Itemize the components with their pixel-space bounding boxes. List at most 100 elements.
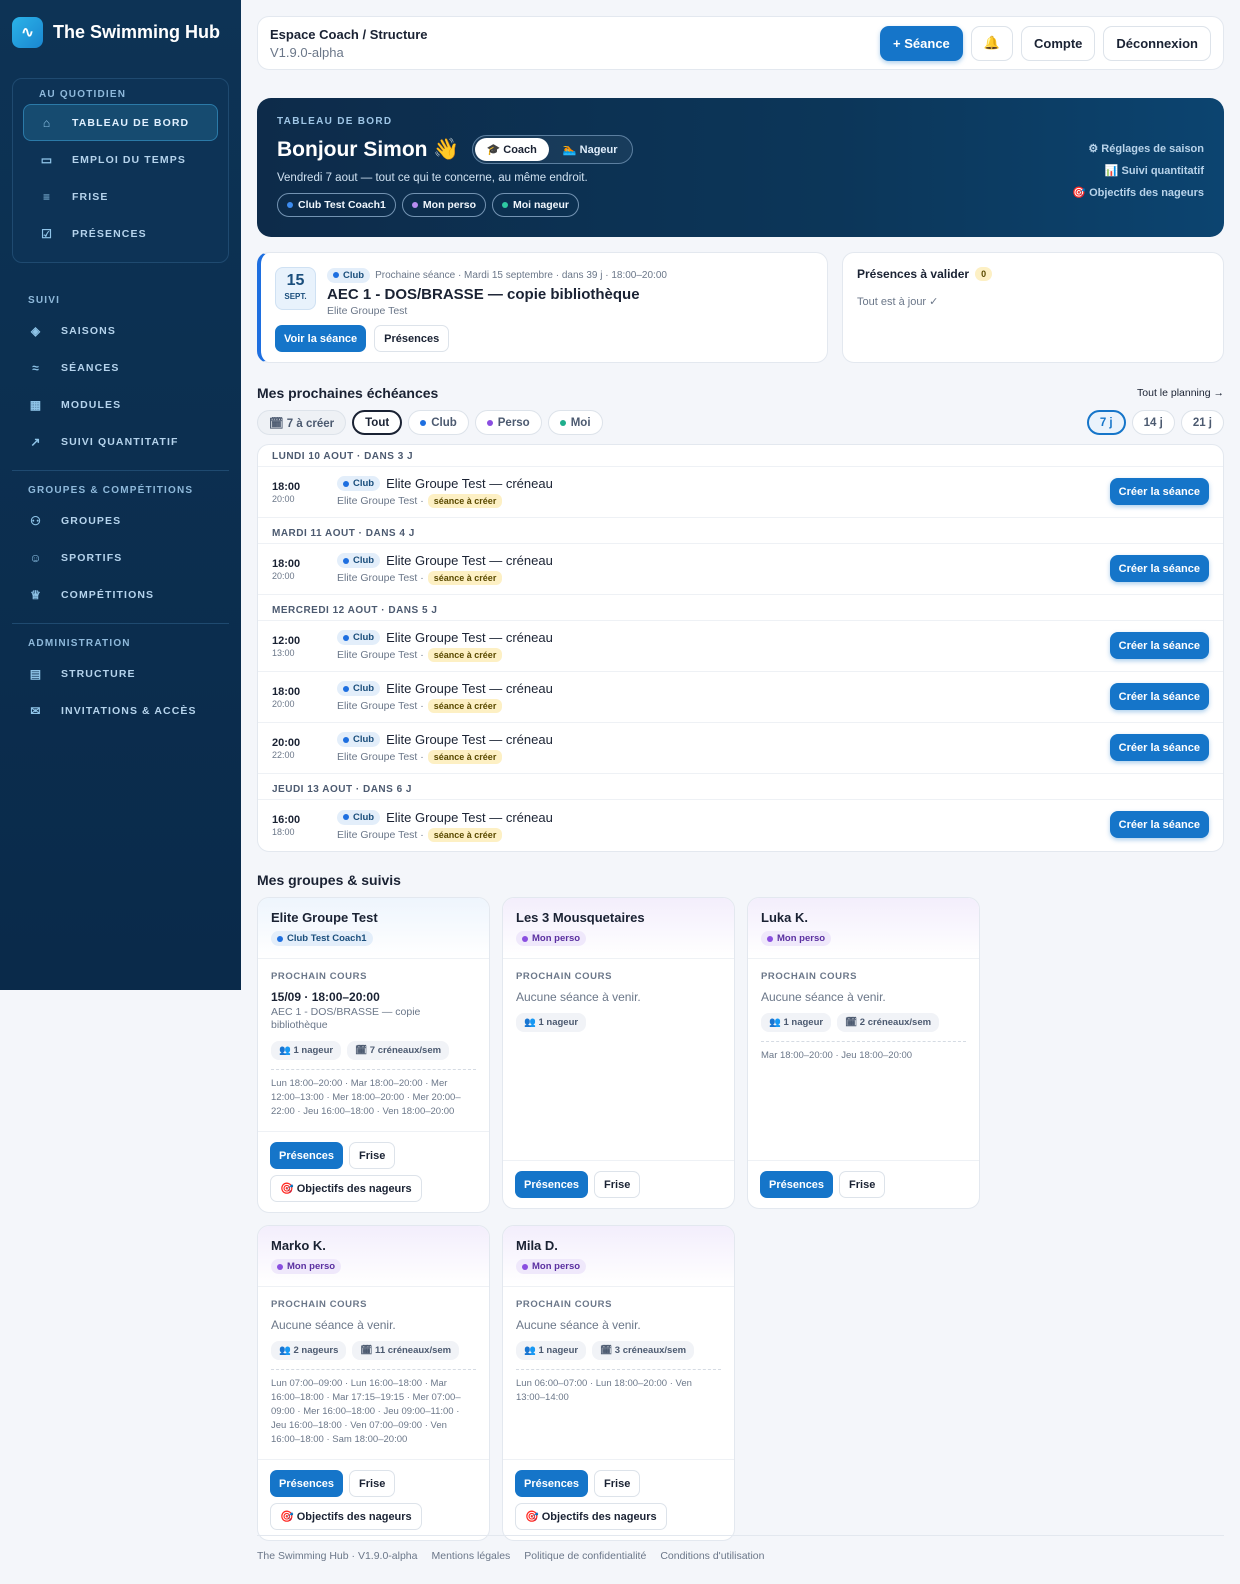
chip-label: Perso <box>497 416 530 429</box>
account-button[interactable]: Compte <box>1020 25 1096 61</box>
swimmer-goals-button[interactable]: 🎯 Objectifs des nageurs <box>270 1503 422 1530</box>
main: Espace Coach / Structure V1.9.0-alpha + … <box>257 16 1224 1541</box>
group-stats: 👥 2 nageurs 🗓 11 créneaux/sem <box>271 1341 476 1360</box>
group-card-actions: Présences Frise <box>503 1160 734 1208</box>
toggle-swimmer[interactable]: 🏊 Nageur <box>551 138 630 161</box>
presences-button[interactable]: Présences <box>515 1470 589 1497</box>
filter-moi[interactable]: Moi <box>547 410 603 435</box>
frise-button[interactable]: Frise <box>349 1470 396 1497</box>
club-badge: Club <box>337 476 381 491</box>
range-7[interactable]: 7 j <box>1086 410 1126 435</box>
new-session-button[interactable]: + Séance <box>880 25 963 61</box>
quantitative-link[interactable]: 📊 Suivi quantitatif <box>1072 160 1204 182</box>
terms-link[interactable]: Conditions d'utilisation <box>660 1550 764 1562</box>
swimmer-goals-button[interactable]: 🎯 Objectifs des nageurs <box>270 1175 422 1202</box>
nav-item-modules[interactable]: ▦ MODULES <box>0 386 241 423</box>
swimmer-goals-button[interactable]: 🎯 Objectifs des nageurs <box>515 1503 667 1530</box>
group-card-actions: Présences Frise <box>748 1160 979 1208</box>
slot-time: 20:00 22:00 <box>272 737 337 760</box>
weekly-schedule: Lun 06:00–07:00 · Lun 18:00–20:00 · Ven … <box>516 1369 721 1405</box>
slot-start: 18:00 <box>272 685 301 698</box>
filter-to-create[interactable]: 🗓 7 à créer <box>257 410 347 435</box>
create-session-button[interactable]: Créer la séance <box>1109 683 1209 710</box>
to-create-badge: séance à créer <box>427 827 503 842</box>
filter-club[interactable]: Club <box>408 410 469 435</box>
no-session: Aucune séance à venir. <box>761 990 886 1004</box>
frise-button[interactable]: Frise <box>839 1171 886 1198</box>
create-session-button[interactable]: Créer la séance <box>1109 478 1209 505</box>
topbar-left: Espace Coach / Structure V1.9.0-alpha <box>270 27 428 60</box>
nav-item-competitions[interactable]: ♕ COMPÉTITIONS <box>0 576 241 613</box>
weekly-schedule: Lun 18:00–20:00 · Mar 18:00–20:00 · Mer … <box>271 1069 476 1119</box>
presences-button[interactable]: Présences <box>760 1171 834 1198</box>
nav-item-groups[interactable]: ⚇ GROUPES <box>0 502 241 539</box>
frise-button[interactable]: Frise <box>349 1142 396 1169</box>
chip-moi[interactable]: Moi nageur <box>492 193 580 217</box>
group-card-actions: Présences Frise 🎯 Objectifs des nageurs <box>258 1131 489 1212</box>
group-stats: 👥 1 nageur 🗓 7 créneaux/sem <box>271 1041 476 1060</box>
home-icon: ⌂ <box>42 115 52 130</box>
slot-title: Elite Groupe Test — créneau <box>386 553 553 568</box>
logout-button[interactable]: Déconnexion <box>1103 25 1211 61</box>
full-planning-link[interactable]: Tout le planning → <box>1137 387 1224 399</box>
next-course-title: AEC 1 - DOS/BRASSE — copie bibliothèque <box>271 1006 421 1031</box>
perso-dot-icon <box>411 202 418 208</box>
nav-item-quantitative[interactable]: ↗ SUIVI QUANTITATIF <box>0 423 241 460</box>
chip-club[interactable]: Club Test Coach1 <box>277 193 396 217</box>
frise-button[interactable]: Frise <box>594 1470 641 1497</box>
bell-icon[interactable]: 🔔 <box>970 25 1013 61</box>
nav-item-timetable[interactable]: ▭ EMPLOI DU TEMPS <box>23 141 218 178</box>
layers-icon: ◈ <box>30 323 42 338</box>
nav-item-frise[interactable]: ≡ FRISE <box>23 178 218 215</box>
nav-item-sessions[interactable]: ≈ SÉANCES <box>0 349 241 386</box>
club-badge: Club Test Coach1 <box>271 931 373 946</box>
presences-button[interactable]: Présences <box>270 1470 344 1497</box>
presences-button[interactable]: Présences <box>515 1171 589 1198</box>
slot-sub: Elite Groupe Test · séance à créer <box>337 494 553 508</box>
group-card-header: Luka K. Mon perso <box>748 898 979 959</box>
nav-item-presences[interactable]: ☑ PRÉSENCES <box>23 215 218 252</box>
toggle-coach[interactable]: 🎓 Coach <box>474 138 549 161</box>
group-card-body: PROCHAIN COURS Aucune séance à venir. 👥 2 … <box>258 1287 489 1459</box>
slot-info: Club Elite Groupe Test — créneau Elite Gro… <box>337 476 553 508</box>
nav-item-invitations[interactable]: ✉ INVITATIONS & ACCÈS <box>0 692 241 729</box>
presences-button[interactable]: Présences <box>374 325 450 352</box>
group-card-body: PROCHAIN COURS 15/09 · 18:00–20:00 AEC 1 -… <box>258 959 489 1131</box>
next-course-label: PROCHAIN COURS <box>761 971 858 982</box>
nav-label: FRISE <box>72 190 109 203</box>
nav-item-seasons[interactable]: ◈ SAISONS <box>0 312 241 349</box>
frise-button[interactable]: Frise <box>594 1171 641 1198</box>
create-session-button[interactable]: Créer la séance <box>1109 632 1209 659</box>
range-14[interactable]: 14 j <box>1131 410 1175 435</box>
filter-all[interactable]: Tout <box>352 410 403 435</box>
nav-item-structure[interactable]: ▤ STRUCTURE <box>0 655 241 692</box>
brand-name: The Swimming Hub <box>53 21 221 42</box>
presences-title-text: Présences à valider <box>857 267 970 281</box>
nav-item-dashboard[interactable]: ⌂ TABLEAU DE BORD <box>23 104 218 141</box>
presences-button[interactable]: Présences <box>270 1142 344 1169</box>
to-create-badge: séance à créer <box>427 571 503 585</box>
privacy-link[interactable]: Politique de confidentialité <box>524 1550 646 1562</box>
view-session-button[interactable]: Voir la séance <box>275 325 367 352</box>
nav-item-athletes[interactable]: ☺ SPORTIFS <box>0 539 241 576</box>
slot-group: Elite Groupe Test · <box>337 649 424 661</box>
slot-start: 20:00 <box>272 736 301 749</box>
create-session-button[interactable]: Créer la séance <box>1109 734 1209 761</box>
filter-perso[interactable]: Perso <box>474 410 542 435</box>
create-session-button[interactable]: Créer la séance <box>1109 555 1209 582</box>
badge-label: Club <box>353 683 375 694</box>
nav-label: INVITATIONS & ACCÈS <box>61 704 197 717</box>
weekly-schedule: Lun 07:00–09:00 · Lun 16:00–18:00 · Mar … <box>271 1369 476 1447</box>
season-settings-link[interactable]: ⚙ Réglages de saison <box>1072 138 1204 160</box>
badge-label: Club <box>353 478 375 489</box>
footer: The Swimming Hub · V1.9.0-alpha Mentions… <box>257 1535 1224 1562</box>
group-card-header: Marko K. Mon perso <box>258 1226 489 1287</box>
create-session-button[interactable]: Créer la séance <box>1109 811 1209 838</box>
deadline-filters: 🗓 7 à créer Tout Club Perso Moi 7 j 14 j… <box>257 410 1224 435</box>
club-dot-icon <box>343 557 349 564</box>
chip-perso[interactable]: Mon perso <box>401 193 486 217</box>
brand[interactable]: ∿ The Swimming Hub <box>0 0 241 64</box>
legal-link[interactable]: Mentions légales <box>432 1550 511 1562</box>
goals-link[interactable]: 🎯 Objectifs des nageurs <box>1072 182 1204 204</box>
range-21[interactable]: 21 j <box>1180 410 1224 435</box>
